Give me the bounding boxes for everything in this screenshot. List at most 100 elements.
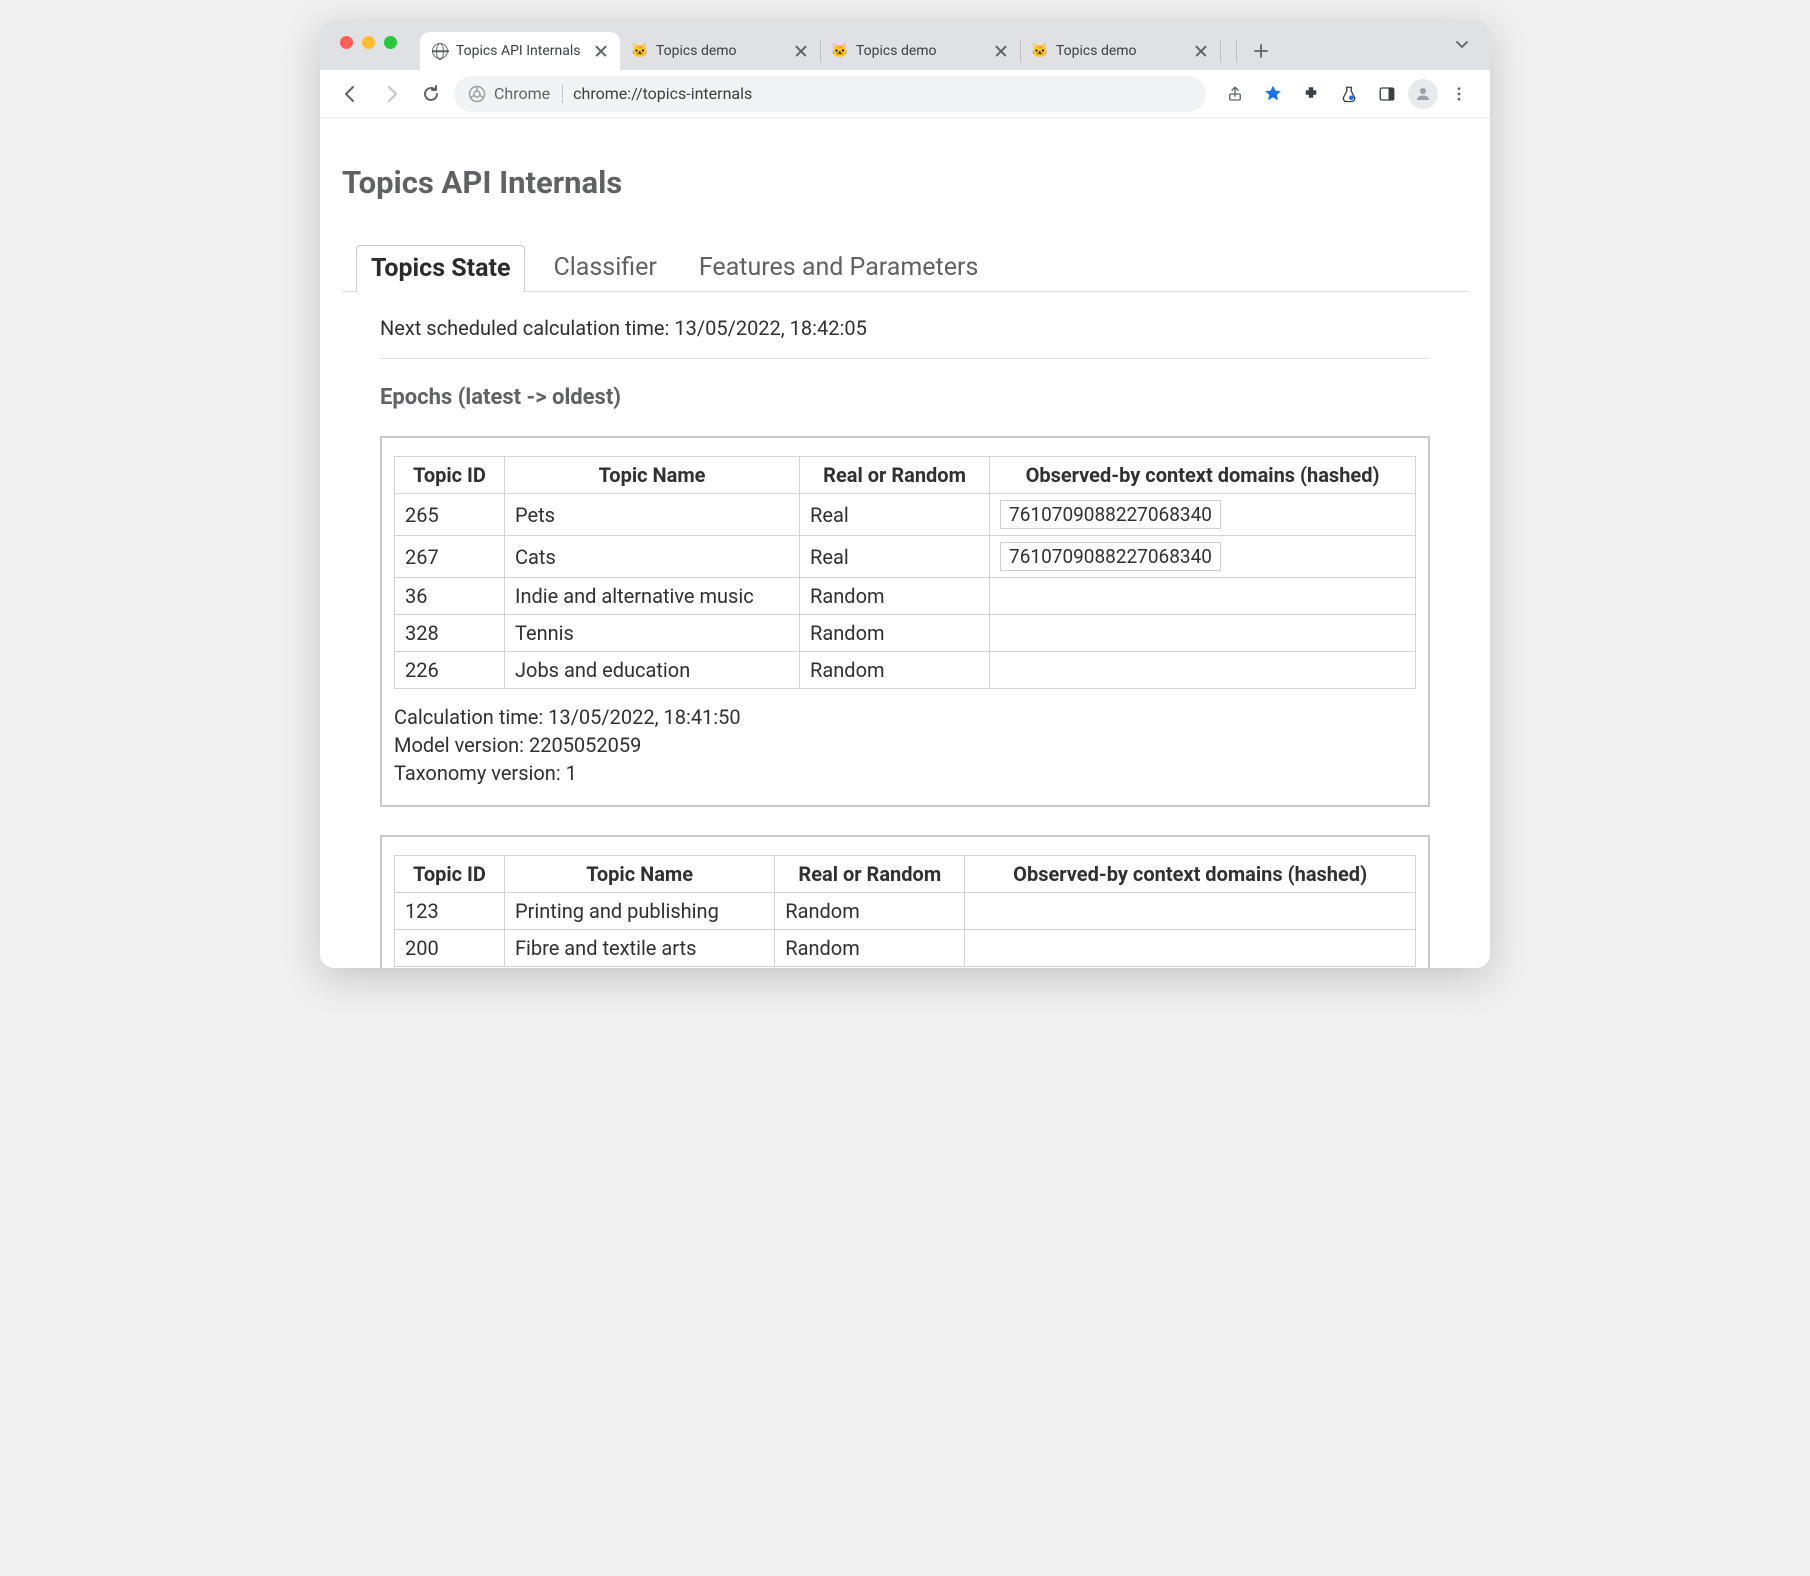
side-panel-button[interactable] bbox=[1370, 77, 1404, 111]
close-tab-button[interactable] bbox=[994, 44, 1008, 58]
profile-button[interactable] bbox=[1408, 79, 1438, 109]
menu-button[interactable] bbox=[1442, 77, 1476, 111]
table-row: 328 Tennis Random bbox=[395, 615, 1416, 652]
cell-topic-name: Tennis bbox=[505, 615, 800, 652]
separator bbox=[1236, 40, 1237, 62]
topics-table: Topic ID Topic Name Real or Random Obser… bbox=[394, 855, 1416, 967]
epoch-box: Topic ID Topic Name Real or Random Obser… bbox=[380, 436, 1430, 807]
browser-tab-title: Topics API Internals bbox=[456, 43, 586, 59]
bookmark-button[interactable] bbox=[1256, 77, 1290, 111]
tab-strip: Topics API Internals 🐱 Topics demo 🐱 Top… bbox=[320, 20, 1490, 70]
cell-hash: 7610709088227068340 bbox=[990, 494, 1416, 536]
col-topic-id: Topic ID bbox=[395, 856, 505, 893]
tab-overflow-button[interactable] bbox=[1448, 30, 1476, 58]
epochs-heading: Epochs (latest -> oldest) bbox=[380, 385, 1430, 410]
epoch-box: Topic ID Topic Name Real or Random Obser… bbox=[380, 835, 1430, 968]
next-calc-line: Next scheduled calculation time: 13/05/2… bbox=[380, 316, 1430, 340]
col-topic-name: Topic Name bbox=[505, 856, 775, 893]
col-topic-name: Topic Name bbox=[505, 457, 800, 494]
next-calc-value: 13/05/2022, 18:42:05 bbox=[674, 316, 866, 340]
cell-topic-id: 267 bbox=[395, 536, 505, 578]
table-row: 265 Pets Real 7610709088227068340 bbox=[395, 494, 1416, 536]
model-version-value: 2205052059 bbox=[529, 733, 641, 757]
browser-tabs: Topics API Internals 🐱 Topics demo 🐱 Top… bbox=[420, 20, 1490, 70]
cat-icon: 🐱 bbox=[1032, 43, 1048, 59]
cat-icon: 🐱 bbox=[832, 43, 848, 59]
topics-state-panel: Next scheduled calculation time: 13/05/2… bbox=[342, 292, 1468, 968]
table-row: 36 Indie and alternative music Random bbox=[395, 578, 1416, 615]
browser-tab-active[interactable]: Topics API Internals bbox=[420, 32, 620, 70]
table-header-row: Topic ID Topic Name Real or Random Obser… bbox=[395, 856, 1416, 893]
calc-time-label: Calculation time: bbox=[394, 705, 548, 729]
model-version-line: Model version: 2205052059 bbox=[394, 733, 1416, 757]
separator bbox=[380, 358, 1430, 359]
col-real-random: Real or Random bbox=[800, 457, 990, 494]
cell-kind: Random bbox=[800, 578, 990, 615]
browser-window: Topics API Internals 🐱 Topics demo 🐱 Top… bbox=[320, 20, 1490, 968]
cell-kind: Real bbox=[800, 536, 990, 578]
table-header-row: Topic ID Topic Name Real or Random Obser… bbox=[395, 457, 1416, 494]
tab-classifier[interactable]: Classifier bbox=[539, 245, 670, 291]
browser-tab-title: Topics demo bbox=[1056, 43, 1186, 59]
close-tab-button[interactable] bbox=[794, 44, 808, 58]
content-tabs: Topics State Classifier Features and Par… bbox=[342, 245, 1468, 292]
browser-tab[interactable]: 🐱 Topics demo bbox=[820, 32, 1020, 70]
cell-hash bbox=[990, 615, 1416, 652]
browser-tab[interactable]: 🐱 Topics demo bbox=[1020, 32, 1220, 70]
browser-tab-title: Topics demo bbox=[856, 43, 986, 59]
share-button[interactable] bbox=[1218, 77, 1252, 111]
cell-kind: Real bbox=[800, 494, 990, 536]
back-button[interactable] bbox=[334, 77, 368, 111]
col-observed-domains: Observed-by context domains (hashed) bbox=[990, 457, 1416, 494]
reload-button[interactable] bbox=[414, 77, 448, 111]
cell-topic-name: Printing and publishing bbox=[505, 893, 775, 930]
toolbar-actions bbox=[1218, 77, 1476, 111]
calc-time-line: Calculation time: 13/05/2022, 18:41:50 bbox=[394, 705, 1416, 729]
fullscreen-window-button[interactable] bbox=[384, 36, 397, 49]
tab-features-parameters[interactable]: Features and Parameters bbox=[685, 245, 993, 291]
forward-button[interactable] bbox=[374, 77, 408, 111]
cell-kind: Random bbox=[775, 893, 965, 930]
cell-topic-id: 123 bbox=[395, 893, 505, 930]
table-row: 200 Fibre and textile arts Random bbox=[395, 930, 1416, 967]
cell-topic-name: Indie and alternative music bbox=[505, 578, 800, 615]
omnibox-chip: Chrome bbox=[468, 84, 563, 103]
toolbar: Chrome chrome://topics-internals bbox=[320, 70, 1490, 118]
col-topic-id: Topic ID bbox=[395, 457, 505, 494]
cell-topic-id: 265 bbox=[395, 494, 505, 536]
table-row: 123 Printing and publishing Random bbox=[395, 893, 1416, 930]
cell-kind: Random bbox=[800, 652, 990, 689]
omnibox-url: chrome://topics-internals bbox=[573, 84, 752, 103]
table-row: 267 Cats Real 7610709088227068340 bbox=[395, 536, 1416, 578]
cell-hash bbox=[965, 893, 1416, 930]
labs-button[interactable] bbox=[1332, 77, 1366, 111]
close-window-button[interactable] bbox=[340, 36, 353, 49]
cat-icon: 🐱 bbox=[632, 43, 648, 59]
new-tab-button[interactable] bbox=[1247, 37, 1275, 65]
tab-actions bbox=[1220, 32, 1285, 70]
close-tab-button[interactable] bbox=[594, 44, 608, 58]
cell-topic-id: 328 bbox=[395, 615, 505, 652]
tab-topics-state[interactable]: Topics State bbox=[356, 245, 525, 292]
chrome-icon bbox=[468, 85, 486, 103]
cell-topic-name: Cats bbox=[505, 536, 800, 578]
cell-kind: Random bbox=[775, 930, 965, 967]
omnibox[interactable]: Chrome chrome://topics-internals bbox=[454, 76, 1206, 112]
taxonomy-version-line: Taxonomy version: 1 bbox=[394, 761, 1416, 785]
hash-chip: 7610709088227068340 bbox=[1000, 542, 1221, 571]
table-row: 226 Jobs and education Random bbox=[395, 652, 1416, 689]
taxonomy-version-value: 1 bbox=[566, 761, 577, 785]
browser-tab[interactable]: 🐱 Topics demo bbox=[620, 32, 820, 70]
close-tab-button[interactable] bbox=[1194, 44, 1208, 58]
cell-hash bbox=[990, 652, 1416, 689]
next-calc-label: Next scheduled calculation time: bbox=[380, 316, 674, 340]
cell-topic-name: Jobs and education bbox=[505, 652, 800, 689]
topics-table: Topic ID Topic Name Real or Random Obser… bbox=[394, 456, 1416, 689]
globe-icon bbox=[432, 43, 448, 59]
hash-chip: 7610709088227068340 bbox=[1000, 500, 1221, 529]
calc-time-value: 13/05/2022, 18:41:50 bbox=[548, 705, 740, 729]
cell-kind: Random bbox=[800, 615, 990, 652]
minimize-window-button[interactable] bbox=[362, 36, 375, 49]
extensions-button[interactable] bbox=[1294, 77, 1328, 111]
cell-topic-name: Pets bbox=[505, 494, 800, 536]
